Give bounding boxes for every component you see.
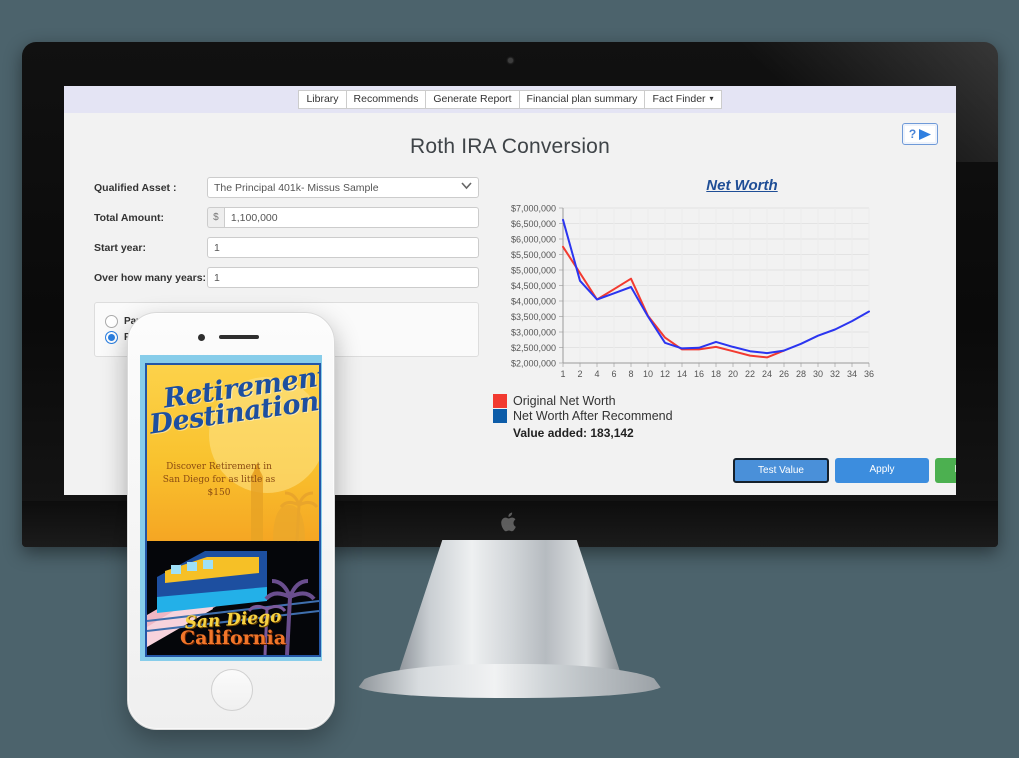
- nav-tab-financial-plan-summary[interactable]: Financial plan summary: [519, 89, 646, 110]
- legend-item-recommend: Net Worth After Recommend: [493, 409, 956, 423]
- nav-tab-generate-report[interactable]: Generate Report: [426, 89, 520, 110]
- over-years-control: [207, 267, 479, 288]
- svg-text:20: 20: [728, 369, 738, 379]
- svg-text:24: 24: [762, 369, 772, 379]
- chart-title[interactable]: Net Worth: [485, 177, 956, 194]
- qualified-asset-label: Qualified Asset :: [94, 181, 177, 194]
- svg-text:8: 8: [628, 369, 633, 379]
- svg-text:18: 18: [711, 369, 721, 379]
- legend-label-recommend: Net Worth After Recommend: [513, 409, 673, 423]
- svg-text:$2,500,000: $2,500,000: [511, 343, 556, 353]
- svg-text:30: 30: [813, 369, 823, 379]
- svg-text:28: 28: [796, 369, 806, 379]
- scene: Library Recommends Generate Report Finan…: [0, 0, 1019, 758]
- apply-button[interactable]: Apply: [835, 458, 929, 483]
- field-total-amount: Total Amount: $: [94, 207, 479, 228]
- svg-text:34: 34: [847, 369, 857, 379]
- legend-swatch-original: [493, 394, 507, 408]
- svg-text:$3,500,000: $3,500,000: [511, 312, 556, 322]
- nav-tab-label: Fact Finder: [652, 92, 706, 105]
- radio-icon-selected: [105, 331, 118, 344]
- poster-title: Retirement Destinations: [148, 365, 319, 441]
- svg-text:14: 14: [677, 369, 687, 379]
- back-to-plan-button[interactable]: Back to plan: [935, 458, 956, 483]
- svg-text:2: 2: [577, 369, 582, 379]
- svg-text:16: 16: [694, 369, 704, 379]
- earpiece-speaker: [219, 335, 259, 339]
- svg-text:$2,000,000: $2,000,000: [511, 359, 556, 369]
- svg-text:10: 10: [643, 369, 653, 379]
- chart-column: Net Worth $7,000,000 $6,500,000 $6,000,000…: [479, 177, 956, 483]
- svg-text:$3,000,000: $3,000,000: [511, 328, 556, 338]
- over-years-label: Over how many years:: [94, 271, 207, 284]
- poster-subtitle: Discover Retirement in San Diego for as …: [162, 462, 276, 498]
- legend-swatch-recommend: [493, 409, 507, 423]
- apple-logo-icon: [501, 512, 516, 532]
- svg-text:$5,000,000: $5,000,000: [511, 266, 556, 276]
- webcam-icon: [508, 58, 513, 63]
- start-year-input[interactable]: [207, 237, 479, 258]
- nav-tab-label: Generate Report: [433, 92, 512, 105]
- chart-svg: $7,000,000 $6,500,000 $6,000,000 $5,500,000…: [511, 204, 874, 380]
- nav-tab-label: Recommends: [353, 92, 419, 105]
- svg-text:$7,000,000: $7,000,000: [511, 204, 556, 214]
- over-years-input[interactable]: [207, 267, 479, 288]
- svg-text:6: 6: [611, 369, 616, 379]
- svg-text:32: 32: [830, 369, 840, 379]
- total-amount-label: Total Amount:: [94, 211, 164, 224]
- nav-tab-label: Library: [306, 92, 339, 105]
- play-icon: [919, 128, 932, 140]
- test-value-button[interactable]: Test Value: [733, 458, 829, 483]
- svg-text:$6,500,000: $6,500,000: [511, 219, 556, 229]
- total-amount-input[interactable]: [223, 207, 479, 228]
- svg-text:22: 22: [745, 369, 755, 379]
- front-camera-icon: [198, 334, 205, 341]
- svg-text:26: 26: [779, 369, 789, 379]
- monitor-stand-base: [357, 664, 662, 698]
- question-mark-icon: ?: [908, 127, 917, 141]
- legend-label-original: Original Net Worth: [513, 394, 616, 408]
- page-title: Roth IRA Conversion: [410, 135, 610, 158]
- poster-footer: San Diego California: [147, 607, 319, 649]
- top-navbar: Library Recommends Generate Report Finan…: [64, 86, 956, 113]
- svg-text:36: 36: [864, 369, 874, 379]
- nav-tab-label: Financial plan summary: [526, 92, 638, 105]
- action-buttons: Test Value Apply Back to plan: [733, 458, 956, 483]
- net-worth-chart: $7,000,000 $6,500,000 $6,000,000 $5,500,000…: [485, 200, 875, 385]
- nav-tab-library[interactable]: Library: [298, 89, 347, 110]
- svg-text:12: 12: [660, 369, 670, 379]
- field-qualified-asset: Qualified Asset : The Principal 401k- Mi…: [94, 177, 479, 198]
- nav-tab-fact-finder[interactable]: Fact Finder ▾: [645, 89, 722, 110]
- nav-tab-recommends[interactable]: Recommends: [346, 89, 427, 110]
- retirement-poster: Retirement Destinations Discover Retirem…: [145, 363, 321, 657]
- field-over-years: Over how many years:: [94, 267, 479, 288]
- home-button[interactable]: [211, 669, 253, 711]
- svg-text:1: 1: [560, 369, 565, 379]
- field-start-year: Start year:: [94, 237, 479, 258]
- value-added-text: Value added: 183,142: [513, 426, 634, 440]
- qualified-asset-control: The Principal 401k- Missus Sample: [207, 177, 479, 198]
- svg-text:$4,500,000: $4,500,000: [511, 281, 556, 291]
- help-video-button[interactable]: ?: [902, 123, 938, 145]
- svg-text:$5,500,000: $5,500,000: [511, 250, 556, 260]
- chart-legend: Original Net Worth Net Worth After Recom…: [485, 394, 956, 440]
- nav-tab-list: Library Recommends Generate Report Finan…: [298, 89, 722, 110]
- svg-text:4: 4: [594, 369, 599, 379]
- start-year-control: [207, 237, 479, 258]
- total-amount-control: $: [207, 207, 479, 228]
- phone-screen: Retirement Destinations Discover Retirem…: [140, 355, 322, 661]
- currency-prefix: $: [207, 207, 224, 228]
- monitor-stand-neck: [397, 540, 622, 676]
- chevron-down-icon: ▾: [709, 93, 714, 103]
- svg-text:$6,000,000: $6,000,000: [511, 235, 556, 245]
- qualified-asset-select[interactable]: The Principal 401k- Missus Sample: [207, 177, 479, 198]
- iphone-device: Retirement Destinations Discover Retirem…: [127, 312, 335, 730]
- start-year-label: Start year:: [94, 241, 146, 254]
- radio-icon: [105, 315, 118, 328]
- legend-item-original: Original Net Worth: [493, 394, 956, 408]
- svg-text:$4,000,000: $4,000,000: [511, 297, 556, 307]
